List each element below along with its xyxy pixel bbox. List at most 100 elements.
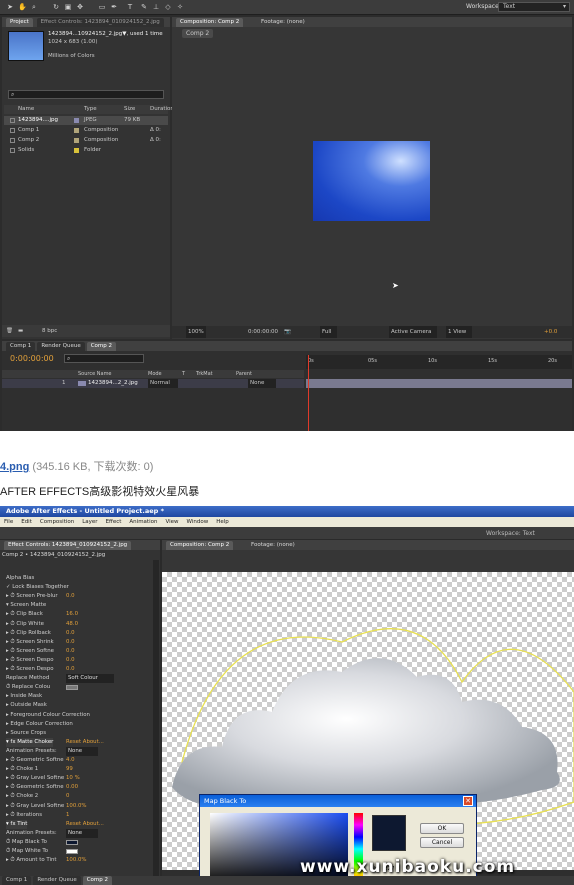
current-time-display[interactable]: 0:00:00:00	[248, 326, 278, 338]
effect-row-value[interactable]: Reset About...	[66, 820, 104, 829]
puppet-tool-icon[interactable]: ✧	[176, 3, 184, 11]
project-item[interactable]: Solids Folder	[4, 146, 168, 155]
selection-tool-icon[interactable]: ➤	[6, 3, 14, 11]
bottom-tab[interactable]: Comp 1	[2, 876, 32, 885]
effect-row[interactable]: ▸ Outside Mask	[6, 701, 47, 710]
effect-row[interactable]: ▸ ⏱ Amount to Tint 100.0%	[6, 856, 87, 865]
effect-row-value[interactable]: 4.0	[66, 756, 75, 765]
bpc-label[interactable]: 8 bpc	[42, 325, 57, 337]
effect-row[interactable]: ▸ ⏱ Geometric Softne 4.0	[6, 756, 75, 765]
cancel-button[interactable]: Cancel	[420, 837, 464, 848]
ok-button[interactable]: OK	[420, 823, 464, 834]
effect-row[interactable]: ▾ fx Tint Reset About...	[6, 819, 104, 829]
effect-row-value[interactable]: 0.0	[66, 647, 75, 656]
effect-row-value[interactable]: 1	[66, 811, 69, 820]
project-item-name[interactable]: Comp 1	[18, 126, 39, 135]
pen-tool-icon[interactable]: ✒	[110, 3, 118, 11]
effect-row[interactable]: Replace Method Soft Colour	[6, 674, 114, 684]
clone-tool-icon[interactable]: ⊥	[152, 3, 160, 11]
menu-item[interactable]: Window	[183, 517, 213, 527]
effect-row[interactable]: ▸ Source Crops	[6, 729, 46, 738]
effect-row[interactable]: ▸ Inside Mask	[6, 692, 42, 701]
folder-icon[interactable]: ▬	[18, 325, 23, 337]
rotate-tool-icon[interactable]: ↻	[52, 3, 60, 11]
col-size[interactable]: Size	[124, 105, 135, 114]
tab-composition-2[interactable]: Composition: Comp 2	[166, 541, 234, 550]
effect-row[interactable]: ▸ ⏱ Screen Despo 0.0	[6, 656, 75, 665]
color-swatch[interactable]	[66, 839, 78, 845]
effect-row-value[interactable]: None	[66, 828, 99, 838]
effect-row[interactable]: ▸ ⏱ Screen Despo 0.0	[6, 665, 75, 674]
col-name[interactable]: Name	[18, 105, 34, 114]
timeline-current-time[interactable]: 0:00:00:00	[10, 354, 54, 363]
pan-behind-tool-icon[interactable]: ✥	[76, 3, 84, 11]
effect-row[interactable]: ▸ ⏱ Choke 2 0	[6, 792, 69, 801]
project-item-name[interactable]: Solids	[18, 146, 34, 155]
menu-item[interactable]: Effect	[102, 517, 126, 527]
effect-row-value[interactable]: 48.0	[66, 620, 78, 629]
effect-row-value[interactable]: 10 %	[66, 774, 80, 783]
project-search-input[interactable]: ⌕	[8, 90, 164, 99]
effect-row[interactable]: ⏱ Replace Colou	[6, 683, 78, 692]
col-source-name[interactable]: Source Name	[78, 370, 112, 378]
effect-row-value[interactable]: 0.00	[66, 783, 78, 792]
col-trkmat[interactable]: TrkMat	[196, 370, 213, 378]
col-duration[interactable]: Duration	[150, 105, 174, 114]
effect-row[interactable]: Animation Presets: None	[6, 746, 99, 756]
col-mode[interactable]: Mode	[148, 370, 162, 378]
bottom-tab[interactable]: Comp 2	[82, 876, 113, 885]
effect-row-value[interactable]: 0.0	[66, 656, 75, 665]
camera-tool-icon[interactable]: ▣	[64, 3, 72, 11]
tab-composition[interactable]: Composition: Comp 2	[176, 18, 244, 27]
timeline-tab[interactable]: Render Queue	[37, 342, 85, 351]
rectangle-tool-icon[interactable]: ▭	[98, 3, 106, 11]
menu-item[interactable]: Composition	[36, 517, 78, 527]
workspace-select[interactable]: Text ▾	[498, 2, 570, 12]
effect-row[interactable]: ▸ Foreground Colour Correction	[6, 711, 90, 720]
effect-row[interactable]: ▸ ⏱ Screen Pre-blur 0.0	[6, 592, 75, 601]
effect-row[interactable]: ▸ ⏱ Iterations 1	[6, 811, 69, 820]
project-item-name[interactable]: Comp 2	[18, 136, 39, 145]
effect-row[interactable]: ▾ fx Matte Choker Reset About...	[6, 737, 104, 747]
menu-item[interactable]: Edit	[17, 517, 36, 527]
eraser-tool-icon[interactable]: ◇	[164, 3, 172, 11]
effect-row[interactable]: ▸ ⏱ Screen Shrink 0.0	[6, 638, 75, 647]
effect-row[interactable]: ▸ ⏱ Choke 1 99	[6, 765, 73, 774]
effect-row-value[interactable]: 16.0	[66, 610, 78, 619]
effect-row[interactable]: ▸ ⏱ Screen Softne 0.0	[6, 647, 75, 656]
time-ruler[interactable]: 0s 05s 10s 15s 20s	[306, 355, 572, 369]
effect-row-value[interactable]: 0.0	[66, 665, 75, 674]
workspace-label-2[interactable]: Workspace: Text	[486, 530, 535, 537]
project-item[interactable]: 1423894....jpg JPEG 79 KB	[4, 116, 168, 125]
views-select[interactable]: 1 View	[446, 326, 473, 338]
effect-row[interactable]: ▸ ⏱ Clip Black 16.0	[6, 610, 78, 619]
timeline-tab[interactable]: Comp 1	[6, 342, 36, 351]
menu-item[interactable]: Animation	[125, 517, 161, 527]
menu-item[interactable]: Layer	[78, 517, 101, 527]
layer-row[interactable]: 1 1423894...2_2.jpg Normal None	[2, 379, 304, 388]
comp-chip[interactable]: Comp 2	[182, 29, 214, 38]
menu-item[interactable]: View	[161, 517, 182, 527]
tab-footage[interactable]: Footage: (none)	[257, 18, 309, 27]
zoom-tool-icon[interactable]: ⌕	[30, 3, 38, 11]
project-item-name[interactable]: 1423894....jpg	[18, 116, 58, 125]
effect-row[interactable]: Animation Presets: None	[6, 828, 99, 838]
color-swatch[interactable]	[66, 685, 78, 691]
zoom-select[interactable]: 100%	[186, 326, 206, 338]
layer-mode-select[interactable]: Normal	[148, 379, 178, 388]
bottom-tab[interactable]: Render Queue	[33, 876, 81, 885]
tab-effect-controls[interactable]: Effect Controls: 1423894_010924152_2.jpg	[36, 18, 164, 27]
effect-row[interactable]: ⏱ Map Black To	[6, 838, 78, 847]
effect-row[interactable]: ▸ ⏱ Clip Rollback 0.0	[6, 629, 75, 638]
effect-row[interactable]: ⏱ Map White To	[6, 847, 78, 856]
text-tool-icon[interactable]: T	[126, 3, 134, 11]
effect-row[interactable]: ✓ Lock Biases Together	[6, 583, 69, 592]
col-type[interactable]: Type	[84, 105, 97, 114]
effect-row-value[interactable]: 0.0	[66, 638, 75, 647]
exposure-value[interactable]: +0.0	[544, 326, 557, 338]
tab-footage-2[interactable]: Footage: (none)	[247, 541, 299, 550]
effect-scrollbar[interactable]	[153, 560, 159, 878]
effect-row[interactable]: Alpha Bias	[6, 574, 34, 583]
effect-row[interactable]: ▸ Edge Colour Correction	[6, 720, 73, 729]
camera-select[interactable]: Active Camera	[389, 326, 438, 338]
